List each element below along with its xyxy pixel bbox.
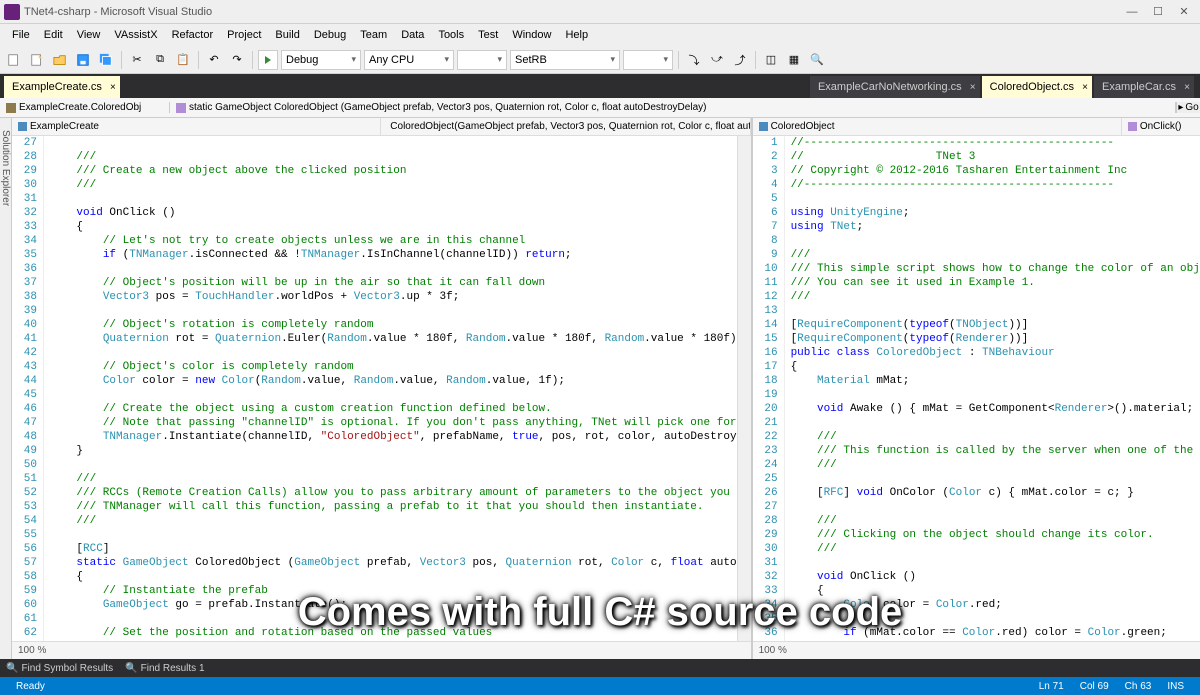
title-bar: TNet4-csharp - Microsoft Visual Studio —… — [0, 0, 1200, 24]
bottom-tool-tabs: 🔍 Find Symbol Results 🔍 Find Results 1 — [0, 659, 1200, 677]
step-over-icon[interactable]: ⤻ — [707, 50, 727, 70]
menu-vassistx[interactable]: VAssistX — [108, 27, 163, 43]
document-tabs: ExampleCreate.cs× ExampleCarNoNetworking… — [0, 74, 1200, 98]
code-area-right[interactable]: //--------------------------------------… — [785, 136, 1200, 641]
nav-go-button[interactable]: ▸Go — [1176, 102, 1200, 113]
doc-tab[interactable]: ExampleCarNoNetworking.cs× — [810, 76, 980, 98]
open-icon[interactable] — [50, 50, 70, 70]
code-area-left[interactable]: /// /// Create a new object above the cl… — [44, 136, 737, 641]
menu-build[interactable]: Build — [269, 27, 305, 43]
line-gutter: 1234567891011121314151617181920212223242… — [753, 136, 785, 641]
menu-window[interactable]: Window — [506, 27, 557, 43]
menu-tools[interactable]: Tools — [432, 27, 470, 43]
doc-tab[interactable]: ExampleCar.cs× — [1094, 76, 1194, 98]
status-ch: Ch 63 — [1117, 681, 1160, 692]
aux-dropdown[interactable] — [457, 50, 507, 70]
find-symbol-results-tab[interactable]: 🔍 Find Symbol Results — [6, 663, 113, 674]
status-ins: INS — [1159, 681, 1192, 692]
nav-member[interactable]: static GameObject ColoredObject (GameObj… — [170, 102, 1176, 113]
menu-view[interactable]: View — [71, 27, 107, 43]
aux2-dropdown[interactable] — [623, 50, 673, 70]
redo-icon[interactable]: ↷ — [227, 50, 247, 70]
copy-icon[interactable]: ⧉ — [150, 50, 170, 70]
status-line: Ln 71 — [1031, 681, 1072, 692]
menu-edit[interactable]: Edit — [38, 27, 69, 43]
nav-namespace[interactable]: ExampleCreate.ColoredObj — [0, 102, 170, 113]
class-dropdown-left[interactable]: ExampleCreate — [12, 118, 381, 135]
undo-icon[interactable]: ↶ — [204, 50, 224, 70]
start-debug-button[interactable] — [258, 50, 278, 70]
zoom-level[interactable]: 100 % — [18, 645, 46, 656]
close-button[interactable]: ✕ — [1172, 3, 1196, 21]
menu-refactor[interactable]: Refactor — [166, 27, 220, 43]
status-col: Col 69 — [1072, 681, 1117, 692]
doc-tab[interactable]: ColoredObject.cs× — [982, 76, 1092, 98]
class-dropdown-right[interactable]: ColoredObject — [753, 118, 1122, 135]
toolbar: ✂ ⧉ 📋 ↶ ↷ Debug Any CPU SetRB ⤵ ⤻ ⤴ ◫ ▦ … — [0, 46, 1200, 74]
member-dropdown-left[interactable]: ColoredObject(GameObject prefab, Vector3… — [381, 118, 750, 135]
window-layout-icon[interactable]: ▦ — [784, 50, 804, 70]
side-tool-tabs: Solution Explorer — [0, 118, 12, 659]
vs-icon — [4, 4, 20, 20]
menu-project[interactable]: Project — [221, 27, 267, 43]
step-out-icon[interactable]: ⤴ — [730, 50, 750, 70]
line-gutter: 2728293031323334353637383940414243444546… — [12, 136, 44, 641]
menu-test[interactable]: Test — [472, 27, 504, 43]
scrollbar-left[interactable] — [737, 136, 751, 641]
save-all-icon[interactable] — [96, 50, 116, 70]
status-ready: Ready — [8, 681, 53, 692]
menu-data[interactable]: Data — [395, 27, 430, 43]
step-into-icon[interactable]: ⤵ — [684, 50, 704, 70]
doc-tab[interactable]: ExampleCreate.cs× — [4, 76, 120, 98]
find-results-tab[interactable]: 🔍 Find Results 1 — [125, 663, 204, 674]
close-icon[interactable]: × — [1184, 82, 1190, 93]
status-bar: Ready Ln 71 Col 69 Ch 63 INS — [0, 677, 1200, 695]
find-icon[interactable]: 🔍 — [807, 50, 827, 70]
solution-explorer-tab[interactable]: Solution Explorer — [0, 126, 11, 210]
close-icon[interactable]: × — [970, 82, 976, 93]
startup-dropdown[interactable]: SetRB — [510, 50, 620, 70]
menu-team[interactable]: Team — [354, 27, 393, 43]
member-dropdown-right[interactable]: OnClick() — [1122, 118, 1200, 135]
menu-debug[interactable]: Debug — [308, 27, 352, 43]
cut-icon[interactable]: ✂ — [127, 50, 147, 70]
paste-icon[interactable]: 📋 — [173, 50, 193, 70]
minimize-button[interactable]: — — [1120, 3, 1144, 21]
config-dropdown[interactable]: Debug — [281, 50, 361, 70]
menu-file[interactable]: File — [6, 27, 36, 43]
window-split-icon[interactable]: ◫ — [761, 50, 781, 70]
window-title: TNet4-csharp - Microsoft Visual Studio — [24, 6, 1120, 18]
maximize-button[interactable]: ☐ — [1146, 3, 1170, 21]
menu-bar: FileEditViewVAssistXRefactorProjectBuild… — [0, 24, 1200, 46]
menu-help[interactable]: Help — [559, 27, 594, 43]
close-icon[interactable]: × — [1082, 82, 1088, 93]
add-item-icon[interactable] — [27, 50, 47, 70]
new-project-icon[interactable] — [4, 50, 24, 70]
save-icon[interactable] — [73, 50, 93, 70]
platform-dropdown[interactable]: Any CPU — [364, 50, 454, 70]
nav-bar: ExampleCreate.ColoredObj static GameObje… — [0, 98, 1200, 118]
close-icon[interactable]: × — [110, 82, 116, 93]
editor-pane-right: ColoredObject OnClick() 1234567891011121… — [751, 118, 1200, 659]
zoom-level[interactable]: 100 % — [759, 645, 787, 656]
editor-pane-left: ExampleCreate ColoredObject(GameObject p… — [12, 118, 751, 659]
